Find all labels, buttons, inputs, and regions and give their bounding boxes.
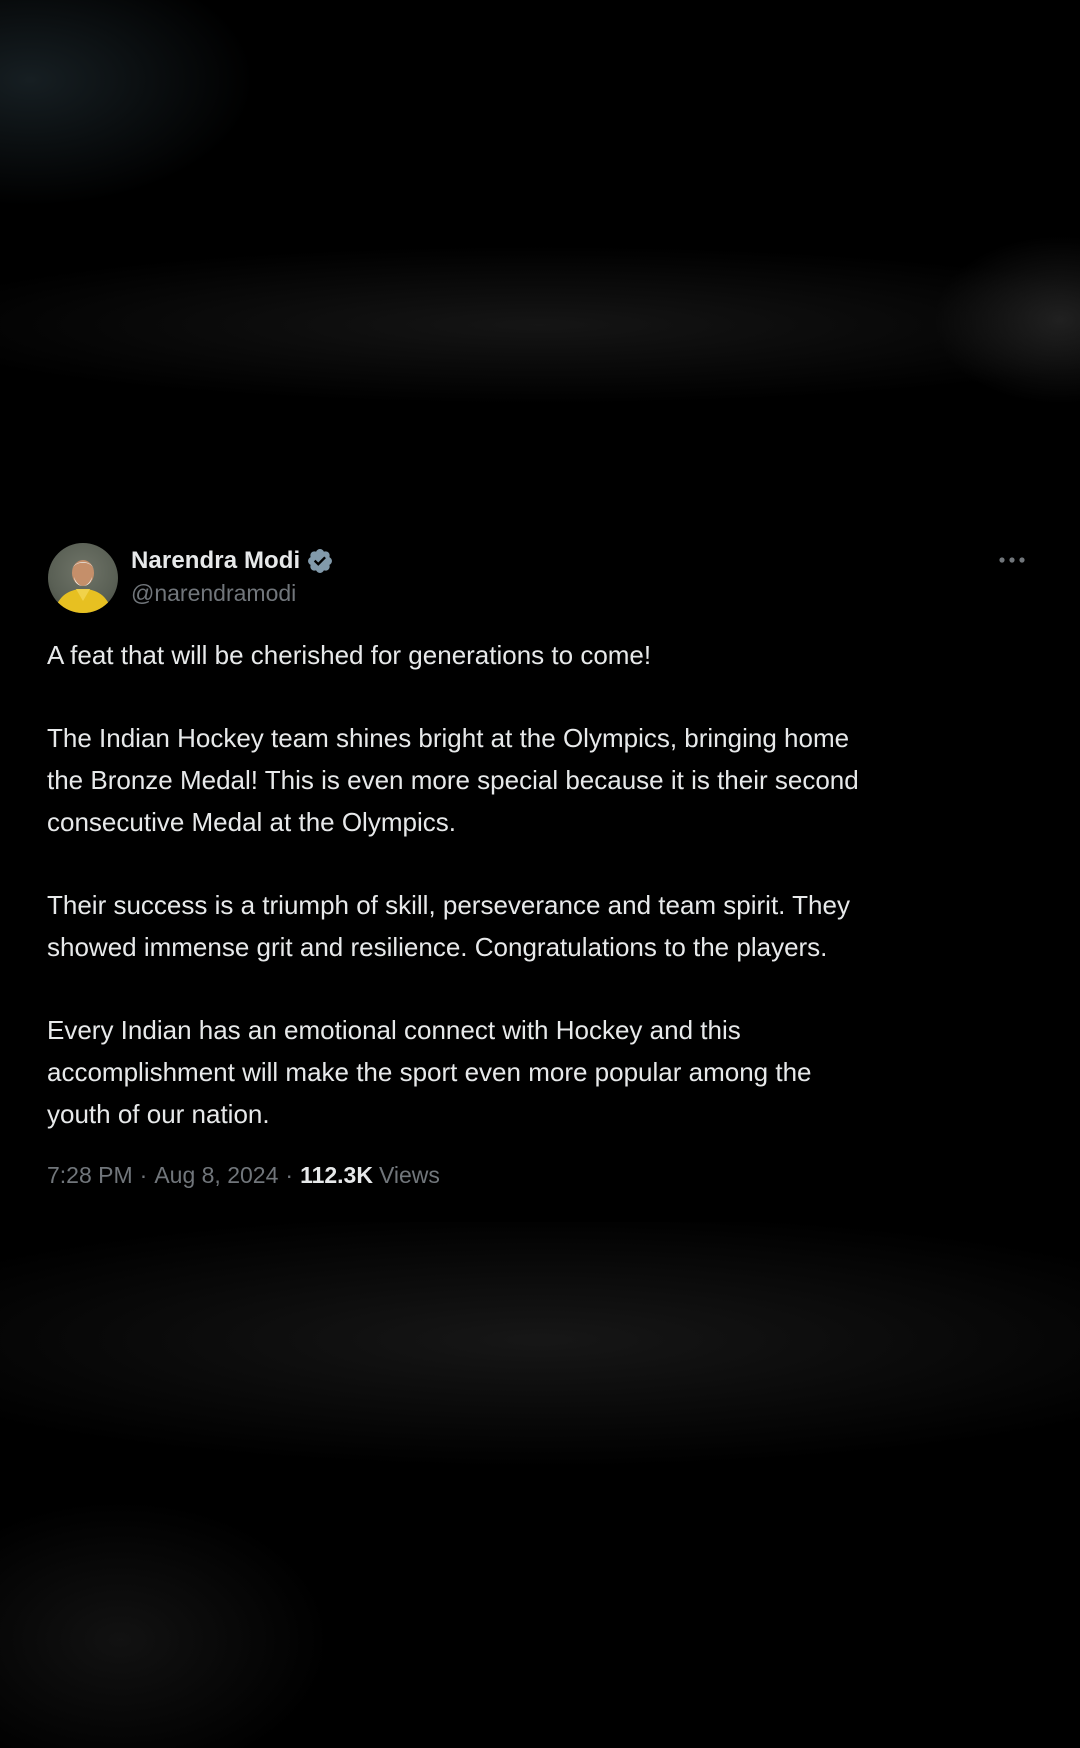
tweet-paragraph: A feat that will be cherished for genera… [47, 640, 652, 670]
views-label: Views [378, 1162, 440, 1188]
author-name-row: Narendra Modi [131, 546, 334, 576]
more-options-button[interactable] [992, 548, 1032, 572]
author-display-name[interactable]: Narendra Modi [131, 547, 300, 575]
tweet-metadata: 7:28 PM · Aug 8, 2024 · 112.3K Views [47, 1162, 440, 1189]
tweet-paragraph: Their success is a triumph of skill, per… [47, 890, 850, 962]
tweet-date[interactable]: Aug 8, 2024 [154, 1162, 278, 1189]
tweet-text: A feat that will be cherished for genera… [47, 634, 1037, 1135]
tweet-card[interactable]: Narendra Modi @narendramodi A feat that … [26, 526, 1054, 1222]
meta-separator: · [285, 1162, 294, 1188]
author-handle[interactable]: @narendramodi [131, 580, 296, 607]
tweet-time[interactable]: 7:28 PM [47, 1162, 133, 1189]
meta-separator: · [139, 1162, 148, 1188]
screenshot-canvas: Narendra Modi @narendramodi A feat that … [0, 0, 1080, 1748]
verified-badge-icon [306, 547, 334, 575]
avatar-photo-icon [54, 560, 112, 613]
tweet-paragraph: The Indian Hockey team shines bright at … [47, 723, 859, 837]
views-count: 112.3K [300, 1162, 373, 1188]
ellipsis-icon [999, 557, 1025, 563]
tweet-paragraph: Every Indian has an emotional connect wi… [47, 1015, 812, 1129]
author-avatar[interactable] [48, 543, 118, 613]
